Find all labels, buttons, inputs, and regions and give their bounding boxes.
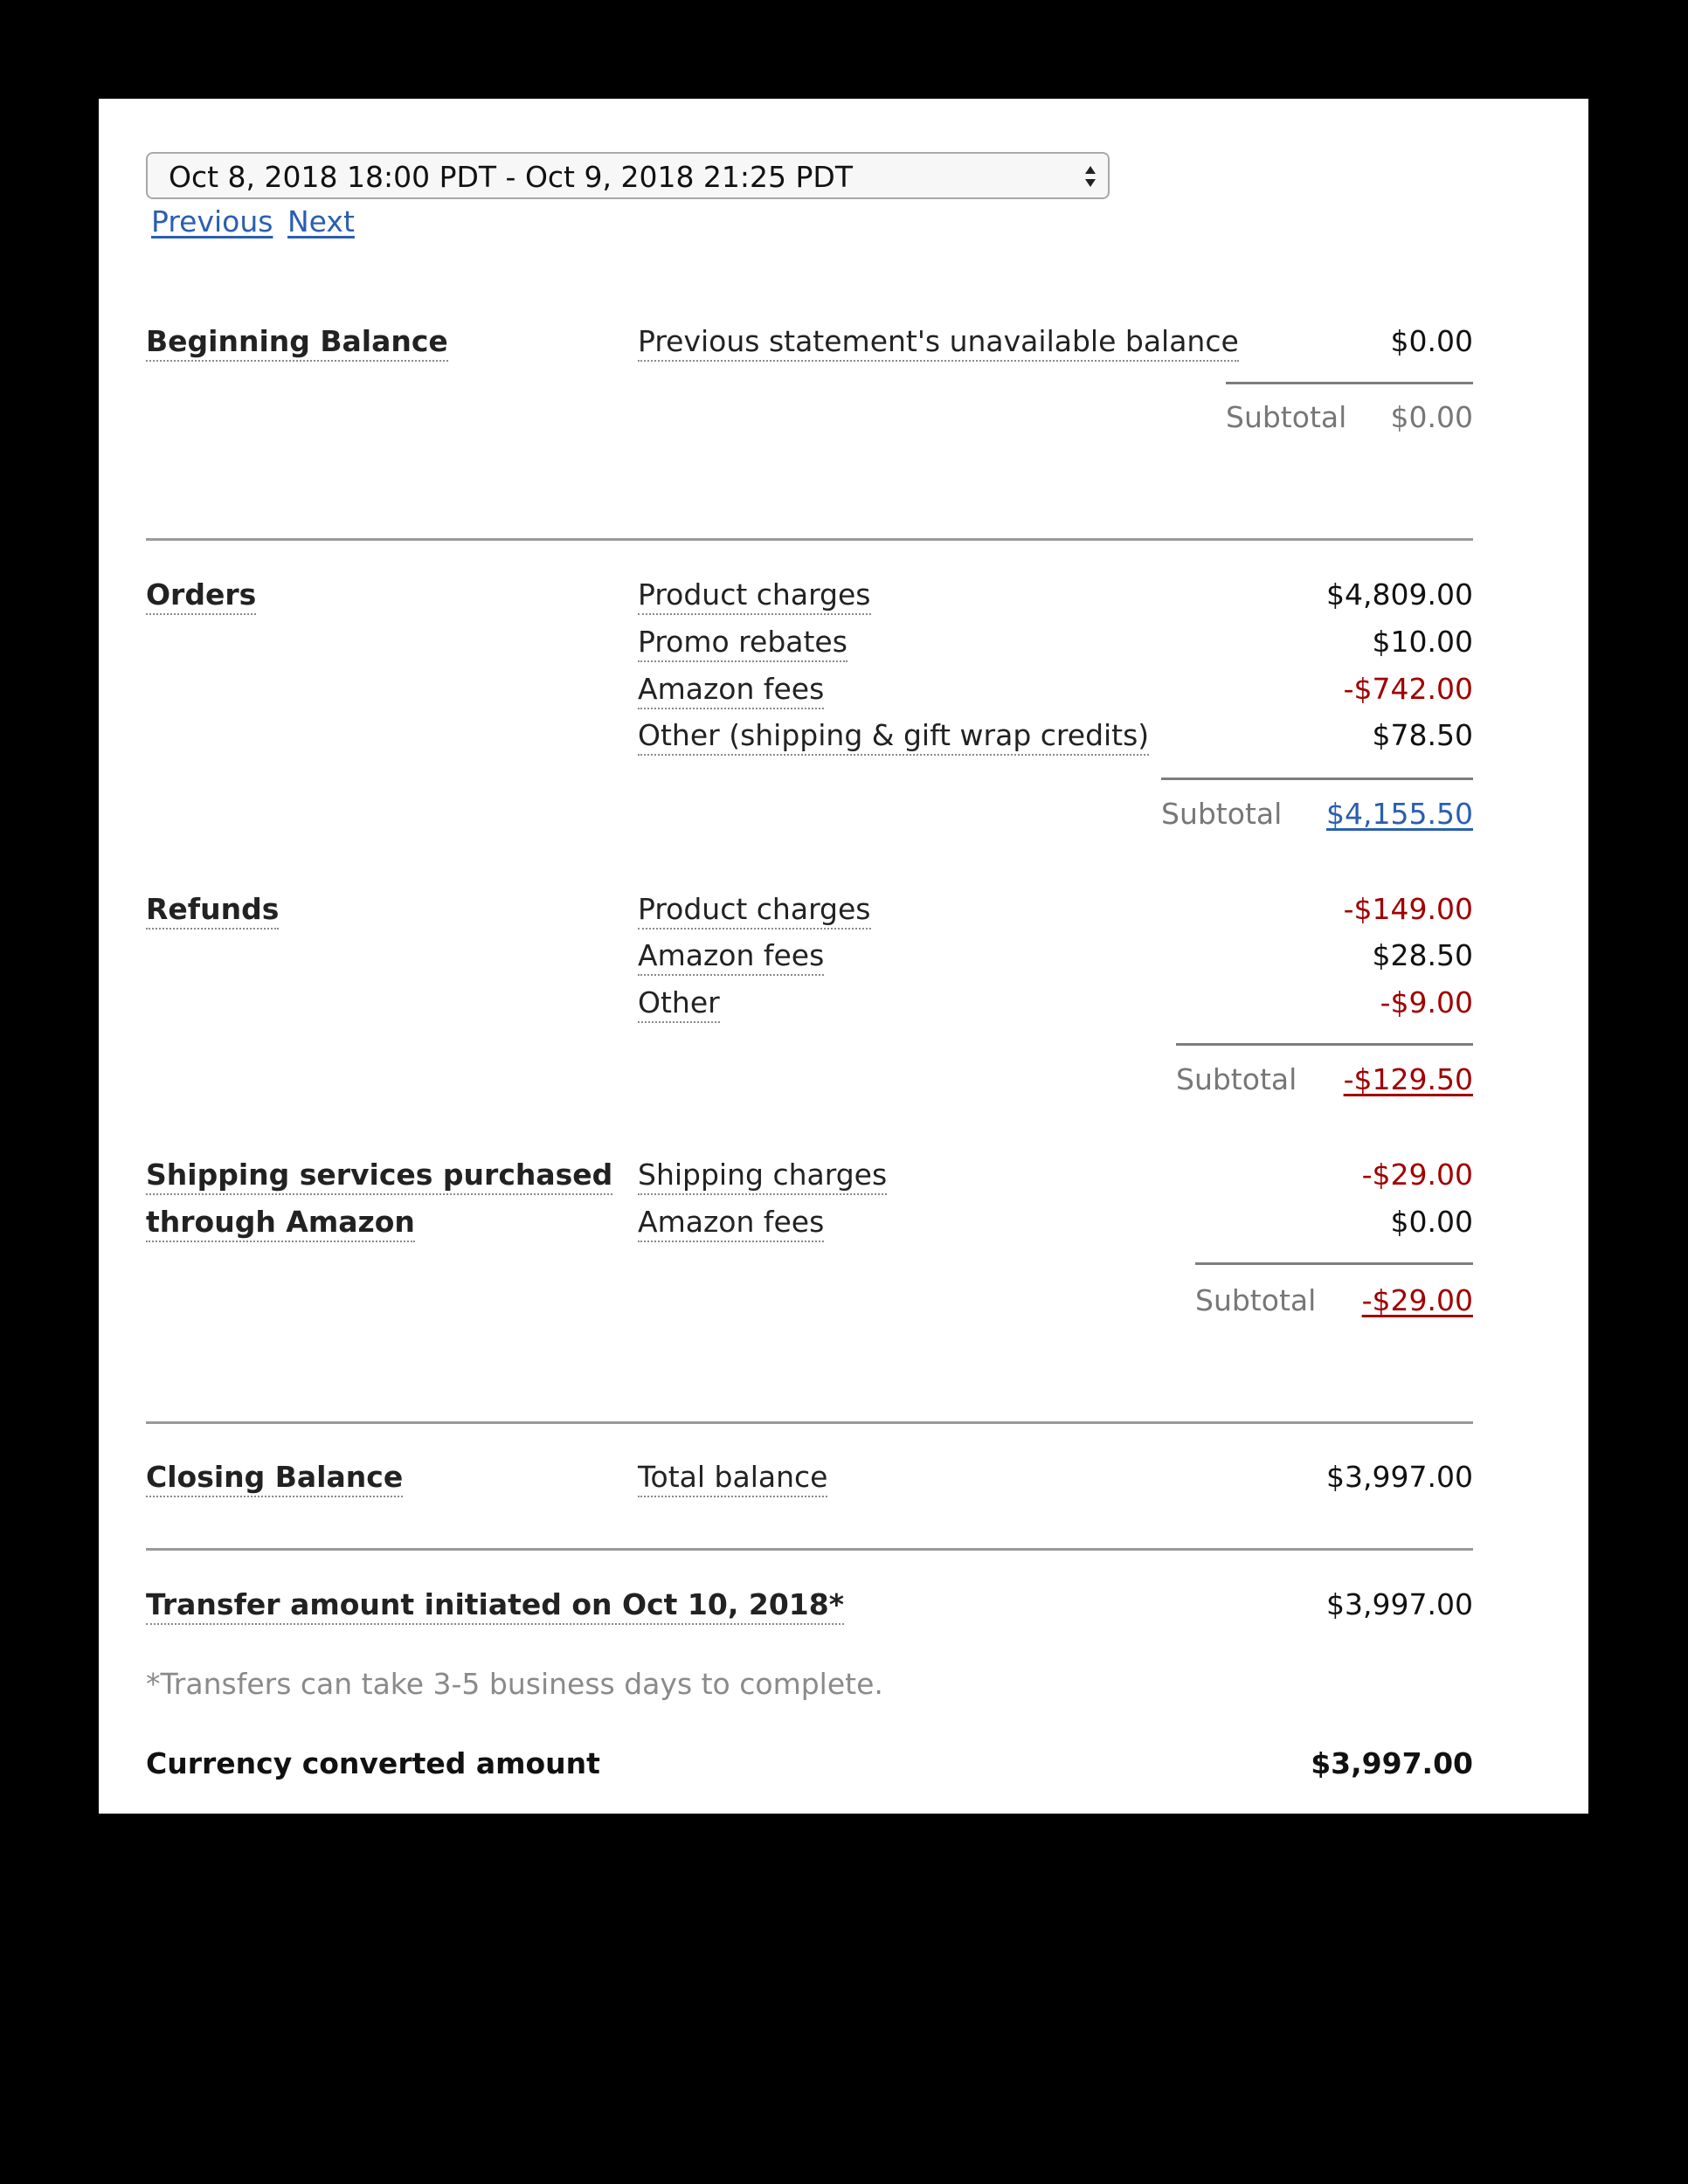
line-item-label[interactable]: Other (shipping & gift wrap credits) bbox=[638, 718, 1150, 756]
subtotal-label: Subtotal bbox=[1195, 1283, 1317, 1317]
currency-converted-amount: $3,997.00 bbox=[1311, 1746, 1473, 1780]
closing-balance-amount: $3,997.00 bbox=[1326, 1460, 1473, 1494]
next-link[interactable]: Next bbox=[287, 204, 355, 238]
refunds-label[interactable]: Refunds bbox=[146, 892, 280, 930]
select-arrows-icon bbox=[1085, 166, 1096, 187]
statement-period-select[interactable]: Oct 8, 2018 18:00 PDT - Oct 9, 2018 21:2… bbox=[146, 152, 1110, 199]
currency-converted-label: Currency converted amount bbox=[146, 1746, 600, 1780]
transfer-note: *Transfers can take 3-5 business days to… bbox=[146, 1667, 883, 1701]
orders-label[interactable]: Orders bbox=[146, 577, 257, 615]
subtotal-rule bbox=[1176, 1043, 1473, 1046]
transfer-amount: $3,997.00 bbox=[1326, 1587, 1473, 1621]
refunds-subtotal-link[interactable]: -$129.50 bbox=[1344, 1062, 1473, 1097]
line-item-label[interactable]: Amazon fees bbox=[638, 672, 825, 709]
section-divider bbox=[146, 538, 1473, 541]
line-item-amount: $0.00 bbox=[1390, 1205, 1473, 1239]
statement-period-value: Oct 8, 2018 18:00 PDT - Oct 9, 2018 21:2… bbox=[169, 160, 853, 194]
subtotal-amount: $0.00 bbox=[1390, 400, 1473, 434]
line-item-label[interactable]: Previous statement's unavailable balance bbox=[638, 324, 1239, 362]
line-item-label[interactable]: Shipping charges bbox=[638, 1158, 888, 1195]
line-item-label[interactable]: Product charges bbox=[638, 577, 871, 615]
subtotal-rule bbox=[1226, 382, 1473, 384]
subtotal-label: Subtotal bbox=[1226, 400, 1347, 434]
line-item-label[interactable]: Other bbox=[638, 985, 720, 1023]
line-item-label[interactable]: Amazon fees bbox=[638, 1205, 825, 1242]
subtotal-label: Subtotal bbox=[1161, 797, 1283, 831]
shipping-services-label-line2[interactable]: through Amazon bbox=[146, 1205, 415, 1242]
closing-balance-label[interactable]: Closing Balance bbox=[146, 1460, 404, 1497]
line-item-label[interactable]: Total balance bbox=[638, 1460, 828, 1497]
section-divider bbox=[146, 1421, 1473, 1424]
line-item-amount: -$29.00 bbox=[1361, 1158, 1473, 1192]
line-item-label[interactable]: Product charges bbox=[638, 892, 871, 930]
line-item-amount: -$149.00 bbox=[1343, 892, 1473, 926]
line-item-amount: -$9.00 bbox=[1380, 985, 1473, 1019]
shipping-subtotal-link[interactable]: -$29.00 bbox=[1362, 1283, 1473, 1318]
orders-subtotal-link[interactable]: $4,155.50 bbox=[1326, 797, 1473, 832]
previous-link[interactable]: Previous bbox=[151, 204, 273, 238]
subtotal-rule bbox=[1161, 778, 1473, 780]
line-item-amount: $28.50 bbox=[1372, 938, 1473, 972]
line-item-amount: $0.00 bbox=[1390, 324, 1473, 358]
line-item-amount: $10.00 bbox=[1372, 625, 1473, 659]
line-item-amount: -$742.00 bbox=[1343, 672, 1473, 706]
subtotal-label: Subtotal bbox=[1176, 1062, 1297, 1096]
line-item-amount: $4,809.00 bbox=[1326, 577, 1473, 612]
statement-panel: Oct 8, 2018 18:00 PDT - Oct 9, 2018 21:2… bbox=[99, 99, 1588, 1814]
shipping-services-label-line1[interactable]: Shipping services purchased bbox=[146, 1158, 613, 1195]
line-item-amount: $78.50 bbox=[1372, 718, 1473, 752]
transfer-label[interactable]: Transfer amount initiated on Oct 10, 201… bbox=[146, 1587, 844, 1625]
line-item-label[interactable]: Promo rebates bbox=[638, 625, 847, 662]
line-item-label[interactable]: Amazon fees bbox=[638, 938, 825, 976]
subtotal-rule bbox=[1195, 1262, 1473, 1265]
beginning-balance-label[interactable]: Beginning Balance bbox=[146, 324, 448, 362]
section-divider bbox=[146, 1548, 1473, 1551]
